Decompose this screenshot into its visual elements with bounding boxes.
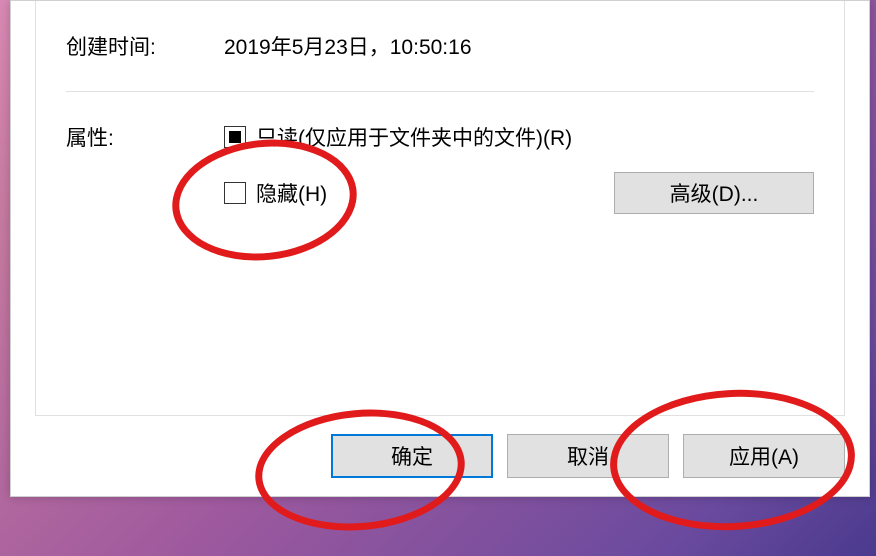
hidden-checkbox-row: 隐藏(H) [224,178,327,208]
attributes-controls: 只读(仅应用于文件夹中的文件)(R) 隐藏(H) 高级(D)... [224,122,814,214]
properties-content: 创建时间: 2019年5月23日，10:50:16 属性: 只读(仅应用于文件夹… [35,1,845,416]
apply-button[interactable]: 应用(A) [683,434,845,478]
created-time-value: 2019年5月23日，10:50:16 [224,31,814,61]
cancel-button[interactable]: 取消 [507,434,669,478]
dialog-button-row: 确定 取消 应用(A) [331,434,845,478]
created-time-label: 创建时间: [66,31,224,61]
hidden-checkbox-label[interactable]: 隐藏(H) [256,178,327,208]
readonly-checkbox-row: 只读(仅应用于文件夹中的文件)(R) [224,122,814,152]
created-time-row: 创建时间: 2019年5月23日，10:50:16 [66,31,814,91]
properties-dialog: 创建时间: 2019年5月23日，10:50:16 属性: 只读(仅应用于文件夹… [10,0,870,497]
advanced-button[interactable]: 高级(D)... [614,172,814,214]
hidden-checkbox[interactable] [224,182,246,204]
attributes-label: 属性: [66,122,224,152]
separator [66,91,814,92]
ok-button[interactable]: 确定 [331,434,493,478]
attributes-row: 属性: 只读(仅应用于文件夹中的文件)(R) 隐藏(H) 高级(D)... [66,122,814,214]
readonly-checkbox[interactable] [224,126,246,148]
readonly-checkbox-label[interactable]: 只读(仅应用于文件夹中的文件)(R) [256,122,572,152]
hidden-and-advanced-row: 隐藏(H) 高级(D)... [224,172,814,214]
